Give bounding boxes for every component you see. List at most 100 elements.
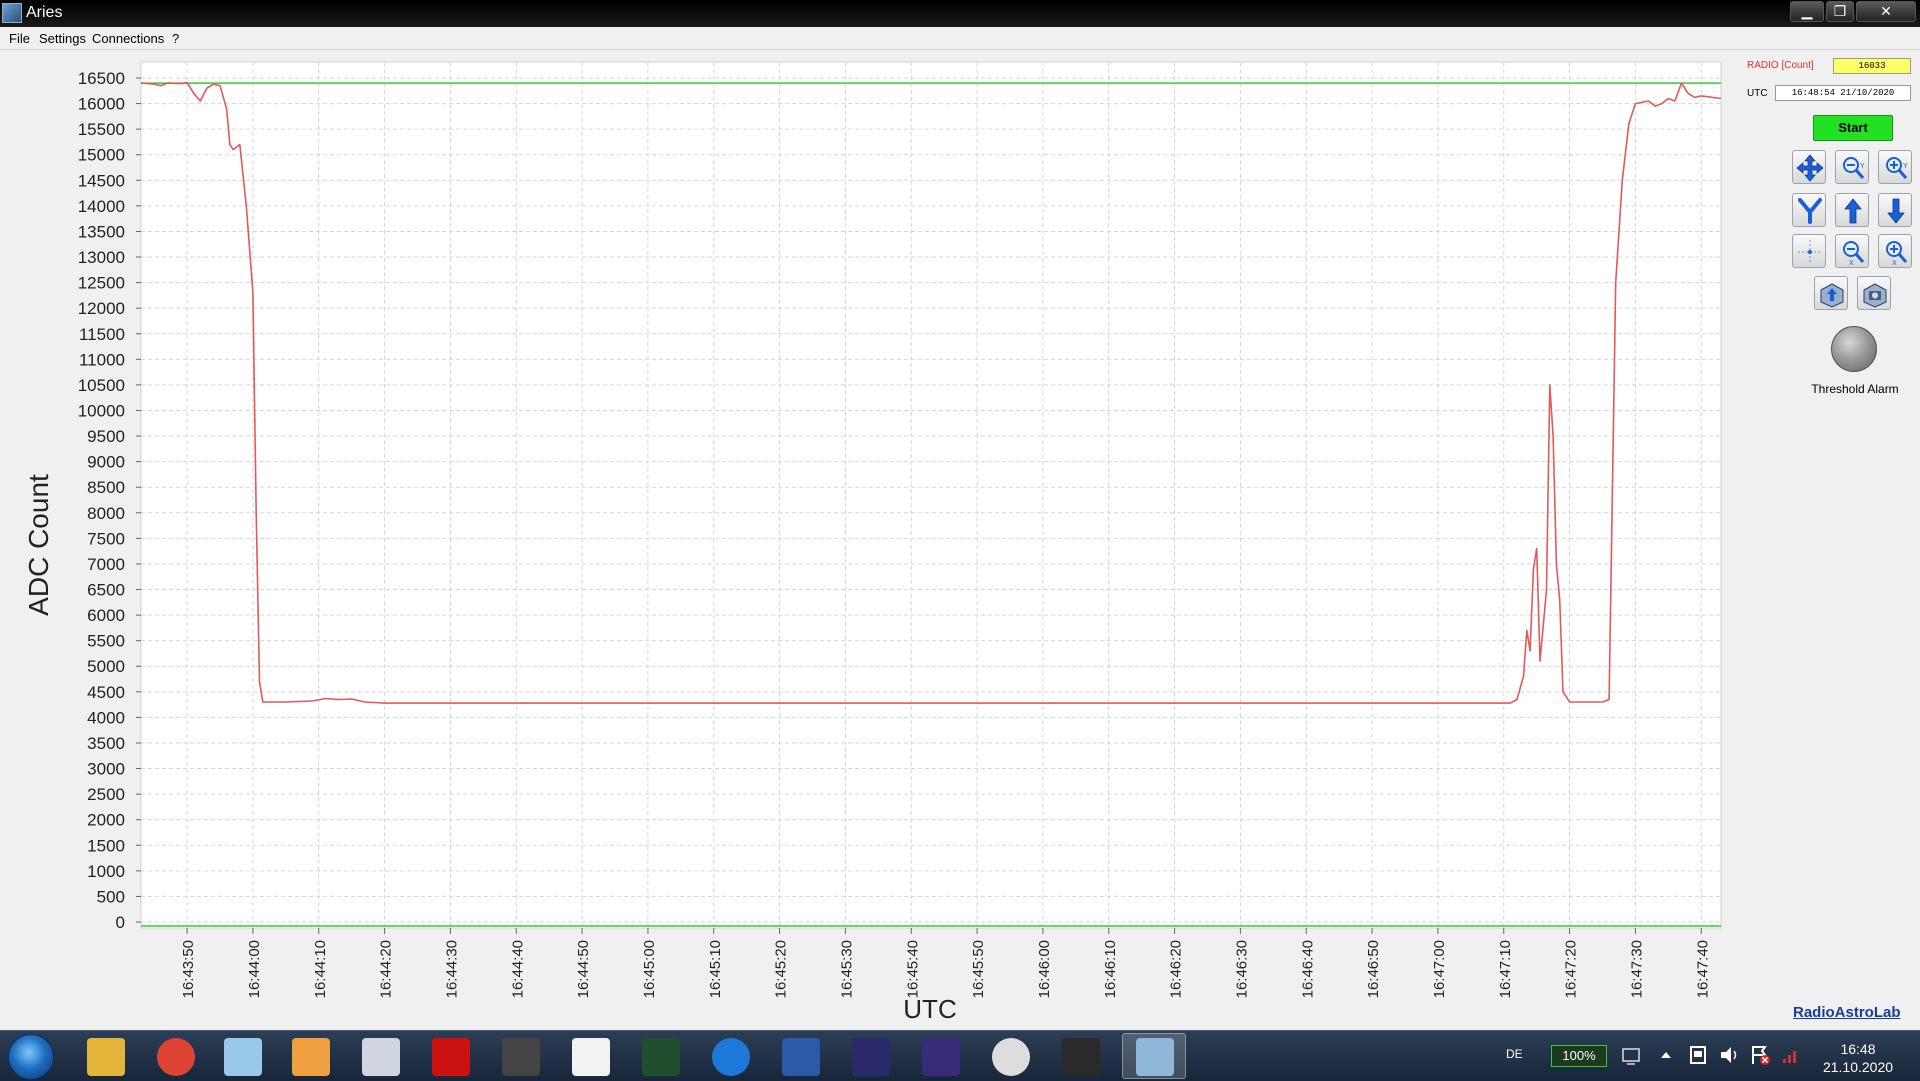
menu-settings[interactable]: Settings — [39, 31, 86, 46]
x-tick-label: 16:46:50 — [1365, 940, 1382, 998]
y-tick-label: 16000 — [78, 95, 125, 114]
teamviewer-icon[interactable] — [712, 1038, 750, 1076]
scroll-up-icon — [1844, 198, 1862, 224]
y-tick-label: 11000 — [79, 350, 125, 369]
zoom-in-x-button[interactable]: X — [1878, 234, 1912, 268]
minimize-button[interactable]: ▁ — [1790, 1, 1824, 22]
network-icon[interactable] — [1620, 1045, 1642, 1067]
x-tick-label: 16:44:40 — [509, 940, 526, 998]
window-title: Aries — [26, 4, 63, 21]
signal-icon[interactable] — [1780, 1045, 1802, 1067]
y-tick-label: 1000 — [87, 862, 125, 881]
y-tick-label: 15000 — [78, 146, 125, 165]
y-tick-label: 14500 — [78, 171, 125, 190]
y-tick-label: 10000 — [78, 401, 125, 420]
battery-indicator[interactable]: 100% — [1551, 1045, 1607, 1067]
x-tick-label: 16:44:10 — [312, 940, 329, 998]
language-indicator[interactable]: DE — [1506, 1047, 1523, 1061]
x-tick-label: 16:44:00 — [246, 940, 263, 998]
pan-button[interactable] — [1792, 150, 1826, 184]
night-sky-icon[interactable] — [852, 1038, 890, 1076]
utc-value: 16:48:54 21/10/2020 — [1775, 85, 1911, 101]
windows-explorer-icon[interactable] — [87, 1038, 125, 1076]
x-tick-label: 16:45:10 — [707, 940, 724, 998]
save-image-button[interactable] — [1814, 276, 1848, 310]
y-tick-label: 3000 — [87, 760, 125, 779]
aries-icon[interactable] — [1136, 1038, 1174, 1076]
y-tick-label: 15500 — [78, 120, 125, 139]
clock-time: 16:48 — [1840, 1041, 1876, 1057]
x-tick-label: 16:47:10 — [1497, 940, 1514, 998]
menu-file[interactable]: File — [9, 31, 30, 46]
y-tick-label: 7500 — [87, 529, 125, 548]
crosshair-button[interactable] — [1792, 234, 1826, 268]
x-tick-label: 16:46:00 — [1036, 940, 1053, 998]
scroll-up-button[interactable] — [1835, 193, 1869, 227]
camera-button[interactable] — [1857, 276, 1891, 310]
zoom-out-y-button[interactable]: Y — [1835, 150, 1869, 184]
y-tick-label: 3500 — [87, 734, 125, 753]
y-tick-label: 9000 — [87, 453, 125, 472]
x-tick-label: 16:44:50 — [575, 940, 592, 998]
y-tick-label: 8000 — [87, 504, 125, 523]
notepad-icon[interactable] — [224, 1038, 262, 1076]
y-tick-label: 13500 — [78, 222, 125, 241]
volume-icon[interactable] — [1718, 1043, 1742, 1067]
menu-help[interactable]: ? — [172, 31, 179, 46]
start-button[interactable]: Start — [1813, 115, 1893, 141]
radio-telescope-icon[interactable] — [922, 1038, 960, 1076]
x-tick-label: 16:46:40 — [1299, 940, 1316, 998]
word-icon[interactable] — [782, 1038, 820, 1076]
scroll-down-button[interactable] — [1878, 193, 1912, 227]
system-clock[interactable]: 16:48 21.10.2020 — [1810, 1040, 1906, 1076]
monitor-icon[interactable] — [642, 1038, 680, 1076]
start-menu-button[interactable] — [8, 1034, 54, 1080]
x-tick-label: 16:46:20 — [1168, 940, 1185, 998]
microphone-icon[interactable] — [502, 1038, 540, 1076]
plot-background — [140, 61, 1722, 929]
adc-chart[interactable]: 0 500 1000 1500 2000 2500 3000 3500 4000 4500 5000… — [0, 50, 1740, 1030]
y-tick-label: 8500 — [87, 478, 125, 497]
threshold-alarm-label: Threshold Alarm — [1811, 382, 1899, 396]
paint-icon[interactable] — [292, 1038, 330, 1076]
x-tick-label: 16:47:40 — [1694, 940, 1711, 998]
x-tick-label: 16:47:00 — [1431, 940, 1448, 998]
y-tick-label: 1500 — [87, 836, 125, 855]
x-tick-label: 16:45:30 — [838, 940, 855, 998]
plot-area: 0 500 1000 1500 2000 2500 3000 3500 4000 4500 5000… — [0, 50, 1740, 1030]
menu-connections[interactable]: Connections — [92, 31, 164, 46]
chrome-icon[interactable] — [157, 1038, 195, 1076]
close-button[interactable]: ✕ — [1856, 1, 1916, 22]
y-tick-label: 10500 — [78, 376, 125, 395]
aries-app-icon — [2, 3, 22, 23]
scroll-down-icon — [1887, 198, 1905, 224]
device-icon[interactable] — [1686, 1043, 1710, 1067]
y-tick-label: 7000 — [87, 555, 125, 574]
terminal-icon[interactable] — [1062, 1038, 1100, 1076]
radio-count-value: 16033 — [1833, 58, 1911, 74]
red-app-icon[interactable] — [432, 1038, 470, 1076]
x-tick-label: 16:46:30 — [1233, 940, 1250, 998]
y-tick-label: 6500 — [87, 581, 125, 600]
x-tick-label: 16:45:50 — [970, 940, 987, 998]
svg-text:X: X — [1892, 260, 1897, 266]
y-axis-label: ADC Count — [23, 474, 54, 616]
y-tick-label: 16500 — [78, 69, 125, 88]
y-autoscale-button[interactable] — [1792, 193, 1826, 227]
tray-expand-icon[interactable] — [1658, 1047, 1674, 1063]
clapperboard-icon[interactable] — [572, 1038, 610, 1076]
zoom-in-y-button[interactable]: Y — [1878, 150, 1912, 184]
svg-text:Y: Y — [1860, 163, 1865, 170]
y-tick-label: 9500 — [87, 427, 125, 446]
satellite-dish-icon[interactable] — [362, 1038, 400, 1076]
y-tick-label: 2000 — [87, 811, 125, 830]
menu-bar: File Settings Connections ? — [0, 27, 1920, 50]
y-tick-label: 13000 — [78, 248, 125, 267]
spiderweb-icon[interactable] — [992, 1038, 1030, 1076]
zoom-out-x-button[interactable]: X — [1835, 234, 1869, 268]
action-center-flag-icon[interactable] — [1748, 1043, 1772, 1067]
y-tick-label: 12500 — [78, 274, 125, 293]
y-tick-label: 6000 — [87, 606, 125, 625]
radioastrolab-link[interactable]: RadioAstroLab — [1793, 1004, 1901, 1021]
maximize-button[interactable]: ❐ — [1826, 1, 1854, 22]
